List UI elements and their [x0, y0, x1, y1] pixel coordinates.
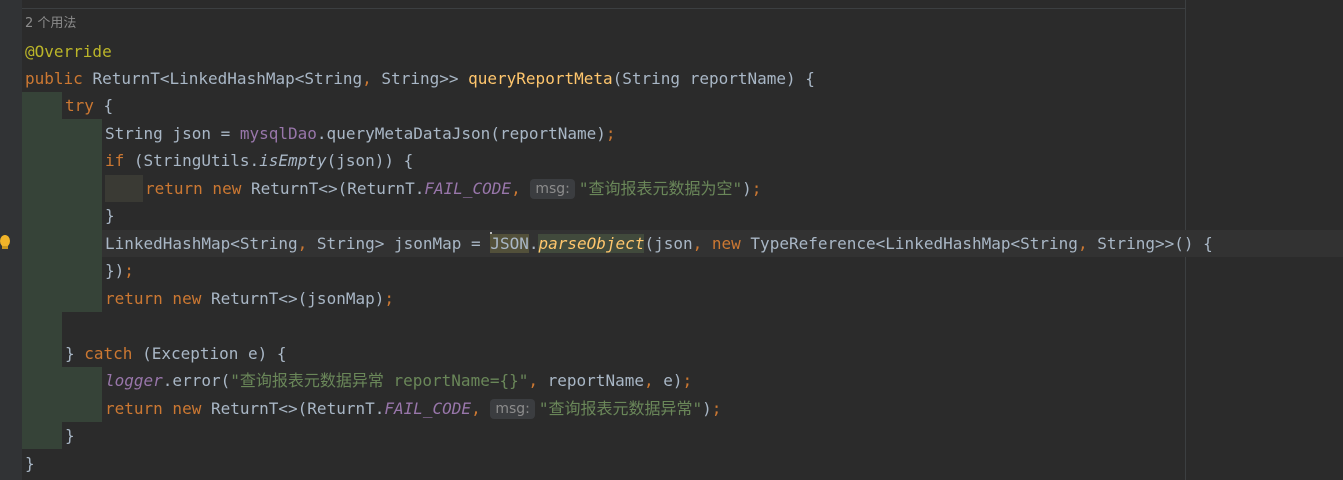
indent-block [105, 175, 143, 202]
code-line[interactable]: return new ReturnT<>(ReturnT.FAIL_CODE, … [105, 395, 721, 422]
code-token[interactable]: LinkedHashMap<String [105, 234, 298, 253]
code-token[interactable]: } [65, 344, 84, 363]
keyword-token[interactable]: , [471, 399, 490, 418]
code-line[interactable]: } [25, 450, 35, 477]
method-token[interactable]: queryReportMeta [468, 69, 613, 88]
keyword-token[interactable]: public [25, 69, 92, 88]
code-line[interactable]: return new ReturnT<>(jsonMap); [105, 285, 394, 312]
keyword-token[interactable]: , [644, 371, 663, 390]
code-line[interactable]: if (StringUtils.isEmpty(json)) { [105, 147, 413, 174]
annotation-token[interactable]: @Override [25, 42, 112, 61]
code-token[interactable]: { [104, 96, 114, 115]
code-token[interactable]: String>> [381, 69, 468, 88]
keyword-token[interactable]: ; [752, 179, 762, 198]
keyword-token[interactable]: , [528, 371, 547, 390]
code-token[interactable]: String>>() { [1097, 234, 1213, 253]
keyword-token[interactable]: ; [683, 371, 693, 390]
lightbulb-icon[interactable] [0, 235, 14, 251]
string-literal[interactable]: "查询报表元数据为空" [579, 179, 742, 198]
static-field-token[interactable]: FAIL_CODE [384, 399, 471, 418]
code-token[interactable]: (json [644, 234, 692, 253]
keyword-token[interactable]: , [298, 234, 317, 253]
code-token[interactable]: .queryMetaDataJson(reportName) [317, 124, 606, 143]
indent-guide-catch [62, 367, 102, 422]
code-token[interactable]: }) [105, 261, 124, 280]
keyword-token[interactable]: ; [712, 399, 722, 418]
code-token[interactable]: (String reportName) { [613, 69, 815, 88]
code-line[interactable]: } [105, 202, 115, 229]
code-token[interactable]: .error( [163, 371, 230, 390]
code-line[interactable]: return new ReturnT<>(ReturnT.FAIL_CODE, … [105, 175, 761, 202]
code-token[interactable]: ReturnT<LinkedHashMap<String [92, 69, 362, 88]
keyword-token[interactable]: return new [105, 289, 211, 308]
highlighted-token[interactable]: JSON [490, 234, 529, 253]
keyword-token[interactable]: ; [384, 289, 394, 308]
code-line[interactable]: logger.error("查询报表元数据异常 reportName={}", … [105, 367, 692, 394]
keyword-token[interactable]: ; [124, 261, 134, 280]
keyword-token[interactable]: , [362, 69, 381, 88]
code-token[interactable]: ReturnT<>(jsonMap) [211, 289, 384, 308]
keyword-token[interactable]: , [511, 179, 530, 198]
keyword-token[interactable]: catch [84, 344, 142, 363]
field-token[interactable]: mysqlDao [240, 124, 317, 143]
code-token[interactable]: e) [663, 371, 682, 390]
code-line[interactable]: @Override [25, 38, 112, 65]
param-hint: msg: [490, 399, 535, 419]
code-line[interactable]: } catch (Exception e) { [65, 340, 287, 367]
code-line[interactable]: } [65, 422, 75, 449]
static-method-token[interactable]: isEmpty [259, 151, 326, 170]
param-hint: msg: [530, 179, 575, 199]
code-token[interactable]: } [65, 426, 75, 445]
highlighted-method-token[interactable]: parseObject [538, 234, 645, 253]
code-token[interactable]: String> jsonMap = [317, 234, 490, 253]
code-token[interactable]: reportName [548, 371, 644, 390]
code-line[interactable]: try { [65, 92, 113, 119]
static-field-token[interactable]: logger [105, 371, 163, 390]
string-literal[interactable]: "查询报表元数据异常" [539, 399, 702, 418]
code-line[interactable]: public ReturnT<LinkedHashMap<String, Str… [25, 65, 815, 92]
keyword-token[interactable]: , new [693, 234, 751, 253]
code-token[interactable]: ) [702, 399, 712, 418]
code-token[interactable]: (StringUtils. [134, 151, 259, 170]
code-token[interactable]: String json = [105, 124, 240, 143]
indent-guide-try [62, 119, 102, 312]
code-line[interactable]: String json = mysqlDao.queryMetaDataJson… [105, 120, 616, 147]
keyword-token[interactable]: ; [606, 124, 616, 143]
string-literal[interactable]: "查询报表元数据异常 reportName={}" [230, 371, 528, 390]
static-field-token[interactable]: FAIL_CODE [424, 179, 511, 198]
code-token[interactable]: } [25, 454, 35, 473]
top-separator [22, 8, 1185, 9]
code-token[interactable]: ReturnT<>(ReturnT. [211, 399, 384, 418]
indent-guide-method [22, 92, 62, 449]
code-token[interactable]: TypeReference<LinkedHashMap<String [750, 234, 1078, 253]
code-token[interactable]: ReturnT<>(ReturnT. [251, 179, 424, 198]
code-token[interactable]: (json)) { [327, 151, 414, 170]
code-token[interactable]: } [105, 206, 115, 225]
keyword-token[interactable]: try [65, 96, 104, 115]
usage-hint[interactable]: 2 个用法 [25, 10, 76, 37]
code-token[interactable]: (Exception e) { [142, 344, 287, 363]
code-line[interactable]: LinkedHashMap<String, String> jsonMap = … [105, 230, 1213, 257]
keyword-token[interactable]: , [1078, 234, 1097, 253]
code-token[interactable]: ) [742, 179, 752, 198]
code-line[interactable]: }); [105, 257, 134, 284]
keyword-token[interactable]: return new [145, 179, 251, 198]
keyword-token[interactable]: return new [105, 399, 211, 418]
keyword-token[interactable]: if [105, 151, 134, 170]
